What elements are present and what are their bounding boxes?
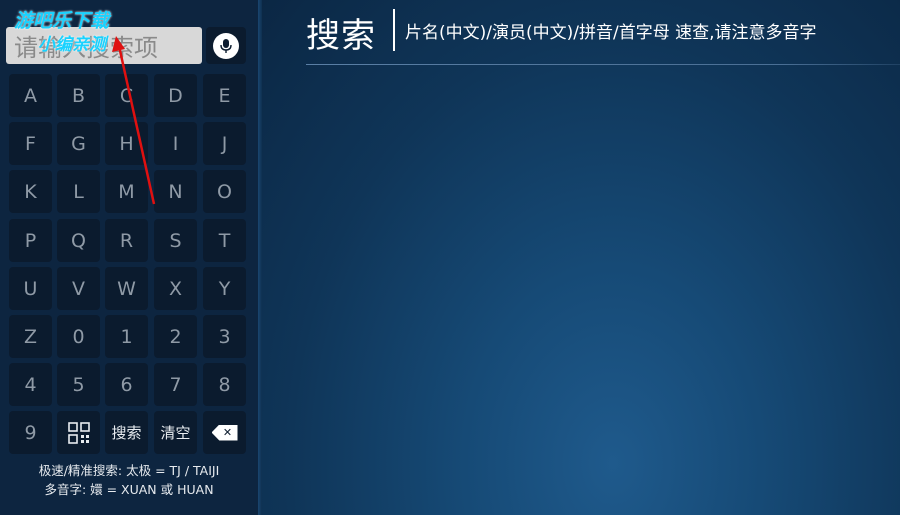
results-area	[262, 0, 900, 515]
app-window: 请输入搜索项 ABCDEFGHIJKLMNOPQRSTUVWXYZ0123456…	[0, 0, 900, 515]
key-u[interactable]: U	[9, 267, 52, 310]
key-s[interactable]: S	[154, 219, 197, 262]
key-g[interactable]: G	[57, 122, 100, 165]
key-q[interactable]: Q	[57, 219, 100, 262]
clear-button[interactable]: 清空	[154, 411, 197, 454]
backspace-icon: ✕	[211, 424, 238, 441]
key-e[interactable]: E	[203, 74, 246, 117]
key-m[interactable]: M	[105, 170, 148, 213]
key-c[interactable]: C	[105, 74, 148, 117]
watermark-line-1: 游吧乐下载	[14, 10, 110, 32]
key-b[interactable]: B	[57, 74, 100, 117]
key-3[interactable]: 3	[203, 315, 246, 358]
page-title: 搜索	[306, 16, 376, 56]
search-button[interactable]: 搜索	[105, 411, 148, 454]
key-z[interactable]: Z	[9, 315, 52, 358]
key-w[interactable]: W	[105, 267, 148, 310]
key-1[interactable]: 1	[105, 315, 148, 358]
key-9[interactable]: 9	[9, 411, 52, 454]
search-instructions: 片名(中文)/演员(中文)/拼音/首字母 速查,请注意多音字	[405, 23, 817, 43]
key-f[interactable]: F	[9, 122, 52, 165]
key-d[interactable]: D	[154, 74, 197, 117]
hint-line-2: 多音字: 嬛 = XUAN 或 HUAN	[44, 482, 214, 497]
key-o[interactable]: O	[203, 170, 246, 213]
key-r[interactable]: R	[105, 219, 148, 262]
key-2[interactable]: 2	[154, 315, 197, 358]
hint-line-1: 极速/精准搜索: 太极 = TJ / TAIJI	[38, 463, 220, 478]
title-separator	[393, 9, 395, 51]
microphone-icon	[213, 32, 239, 59]
key-p[interactable]: P	[9, 219, 52, 262]
key-t[interactable]: T	[203, 219, 246, 262]
key-n[interactable]: N	[154, 170, 197, 213]
voice-search-button[interactable]	[206, 27, 246, 64]
key-7[interactable]: 7	[154, 363, 197, 406]
key-a[interactable]: A	[9, 74, 52, 117]
backspace-button[interactable]: ✕	[203, 411, 246, 454]
key-k[interactable]: K	[9, 170, 52, 213]
watermark: 游吧乐下载 小编亲测	[14, 9, 109, 57]
key-h[interactable]: H	[105, 122, 148, 165]
key-v[interactable]: V	[57, 267, 100, 310]
key-8[interactable]: 8	[203, 363, 246, 406]
key-j[interactable]: J	[203, 122, 246, 165]
key-x[interactable]: X	[154, 267, 197, 310]
key-4[interactable]: 4	[9, 363, 52, 406]
keyboard-panel: 请输入搜索项 ABCDEFGHIJKLMNOPQRSTUVWXYZ0123456…	[0, 0, 258, 515]
header-divider	[306, 64, 900, 65]
key-l[interactable]: L	[57, 170, 100, 213]
key-6[interactable]: 6	[105, 363, 148, 406]
key-0[interactable]: 0	[57, 315, 100, 358]
watermark-line-2: 小编亲测	[38, 35, 106, 55]
qr-code-button[interactable]	[57, 411, 100, 454]
qr-code-icon	[67, 421, 90, 444]
key-y[interactable]: Y	[203, 267, 246, 310]
panel-divider	[258, 0, 262, 515]
key-i[interactable]: I	[154, 122, 197, 165]
key-5[interactable]: 5	[57, 363, 100, 406]
